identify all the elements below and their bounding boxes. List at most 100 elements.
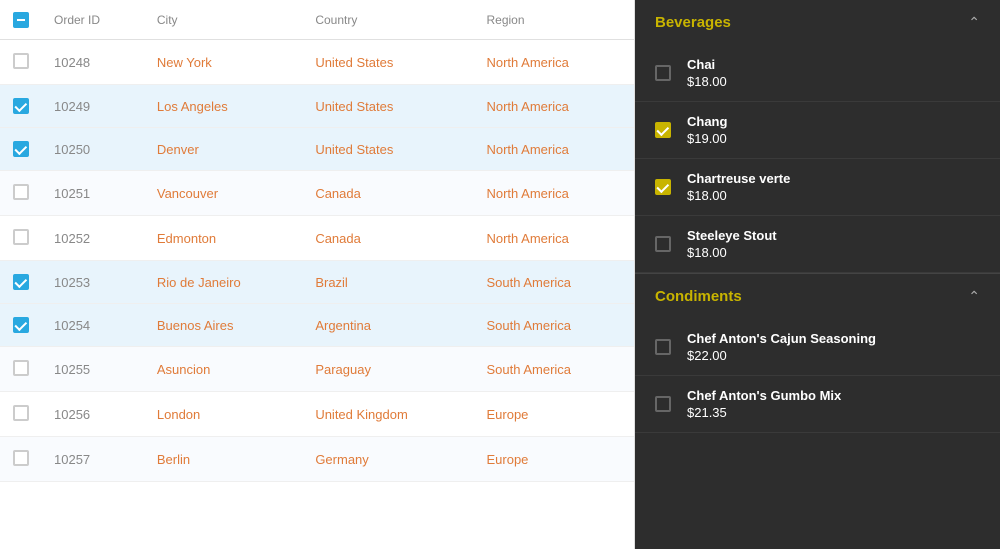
city-link[interactable]: Los Angeles [157,99,228,114]
row-checkbox[interactable] [12,359,30,377]
country-link[interactable]: Canada [315,186,361,201]
product-name: Chef Anton's Cajun Seasoning [687,331,876,346]
region-link[interactable]: South America [486,318,571,333]
product-name: Steeleye Stout [687,228,777,243]
category-section-condiments: Condiments ⌃ Chef Anton's Cajun Seasoning $… [635,273,1000,433]
city-link[interactable]: Vancouver [157,186,218,201]
row-checkbox[interactable] [12,52,30,70]
row-checkbox[interactable] [12,273,30,291]
product-checkbox[interactable] [655,236,671,252]
country-link[interactable]: Canada [315,231,361,246]
col-region: Region [474,0,634,40]
product-checkbox[interactable] [655,179,671,195]
order-id-cell: 10252 [42,216,145,261]
country-link[interactable]: United Kingdom [315,407,408,422]
product-price: $18.00 [687,188,790,203]
region-link[interactable]: Europe [486,452,528,467]
col-city: City [145,0,303,40]
product-name: Chartreuse verte [687,171,790,186]
product-price: $18.00 [687,245,777,260]
product-item: Chartreuse verte $18.00 [635,159,1000,216]
col-order-id: Order ID [42,0,145,40]
left-panel: Order ID City Country Region 10248 New Yo… [0,0,635,549]
row-checkbox[interactable] [12,449,30,467]
table-row: 10252 Edmonton Canada North America [0,216,634,261]
table-row: 10257 Berlin Germany Europe [0,437,634,482]
region-link[interactable]: Europe [486,407,528,422]
table-container: Order ID City Country Region 10248 New Yo… [0,0,634,549]
product-item: Chang $19.00 [635,102,1000,159]
product-price: $18.00 [687,74,727,89]
product-checkbox[interactable] [655,65,671,81]
chevron-icon: ⌃ [968,14,980,31]
city-link[interactable]: Rio de Janeiro [157,275,241,290]
right-panel: Beverages ⌃ Chai $18.00 Chang $19.00 Chartreus… [635,0,1000,549]
country-link[interactable]: Argentina [315,318,371,333]
row-checkbox[interactable] [12,316,30,334]
table-row: 10253 Rio de Janeiro Brazil South America [0,261,634,304]
product-price: $21.35 [687,405,841,420]
product-checkbox[interactable] [655,396,671,412]
category-title: Beverages [655,14,731,31]
product-name: Chang [687,114,727,129]
country-link[interactable]: Paraguay [315,362,371,377]
product-price: $19.00 [687,131,727,146]
region-link[interactable]: North America [486,231,568,246]
category-title: Condiments [655,288,742,305]
order-id-cell: 10248 [42,40,145,85]
product-name: Chai [687,57,727,72]
product-item: Chef Anton's Gumbo Mix $21.35 [635,376,1000,433]
region-link[interactable]: North America [486,55,568,70]
product-item: Steeleye Stout $18.00 [635,216,1000,273]
product-checkbox[interactable] [655,122,671,138]
order-id-cell: 10251 [42,171,145,216]
order-id-cell: 10254 [42,304,145,347]
product-item: Chef Anton's Cajun Seasoning $22.00 [635,319,1000,376]
city-link[interactable]: Denver [157,142,199,157]
row-checkbox[interactable] [12,228,30,246]
country-link[interactable]: Germany [315,452,368,467]
row-checkbox[interactable] [12,404,30,422]
city-link[interactable]: Buenos Aires [157,318,234,333]
product-checkbox[interactable] [655,339,671,355]
product-price: $22.00 [687,348,876,363]
category-header[interactable]: Condiments ⌃ [635,274,1000,319]
product-item: Chai $18.00 [635,45,1000,102]
orders-table: Order ID City Country Region 10248 New Yo… [0,0,634,482]
table-row: 10251 Vancouver Canada North America [0,171,634,216]
order-id-cell: 10256 [42,392,145,437]
city-link[interactable]: Asuncion [157,362,210,377]
region-link[interactable]: North America [486,99,568,114]
table-row: 10248 New York United States North America [0,40,634,85]
category-section-beverages: Beverages ⌃ Chai $18.00 Chang $19.00 Chartreus… [635,0,1000,273]
table-row: 10249 Los Angeles United States North Ameri… [0,85,634,128]
region-link[interactable]: South America [486,362,571,377]
order-id-cell: 10255 [42,347,145,392]
city-link[interactable]: New York [157,55,212,70]
country-link[interactable]: United States [315,142,393,157]
city-link[interactable]: Edmonton [157,231,216,246]
country-link[interactable]: United States [315,99,393,114]
order-id-cell: 10257 [42,437,145,482]
order-id-cell: 10250 [42,128,145,171]
city-link[interactable]: London [157,407,200,422]
header-checkbox[interactable] [12,11,30,29]
table-row: 10250 Denver United States North America [0,128,634,171]
region-link[interactable]: South America [486,275,571,290]
row-checkbox[interactable] [12,183,30,201]
col-country: Country [303,0,474,40]
country-link[interactable]: Brazil [315,275,348,290]
region-link[interactable]: North America [486,142,568,157]
city-link[interactable]: Berlin [157,452,190,467]
country-link[interactable]: United States [315,55,393,70]
row-checkbox[interactable] [12,97,30,115]
row-checkbox[interactable] [12,140,30,158]
category-header[interactable]: Beverages ⌃ [635,0,1000,45]
region-link[interactable]: North America [486,186,568,201]
chevron-icon: ⌃ [968,288,980,305]
order-id-cell: 10253 [42,261,145,304]
table-row: 10256 London United Kingdom Europe [0,392,634,437]
order-id-cell: 10249 [42,85,145,128]
product-name: Chef Anton's Gumbo Mix [687,388,841,403]
table-row: 10254 Buenos Aires Argentina South America [0,304,634,347]
